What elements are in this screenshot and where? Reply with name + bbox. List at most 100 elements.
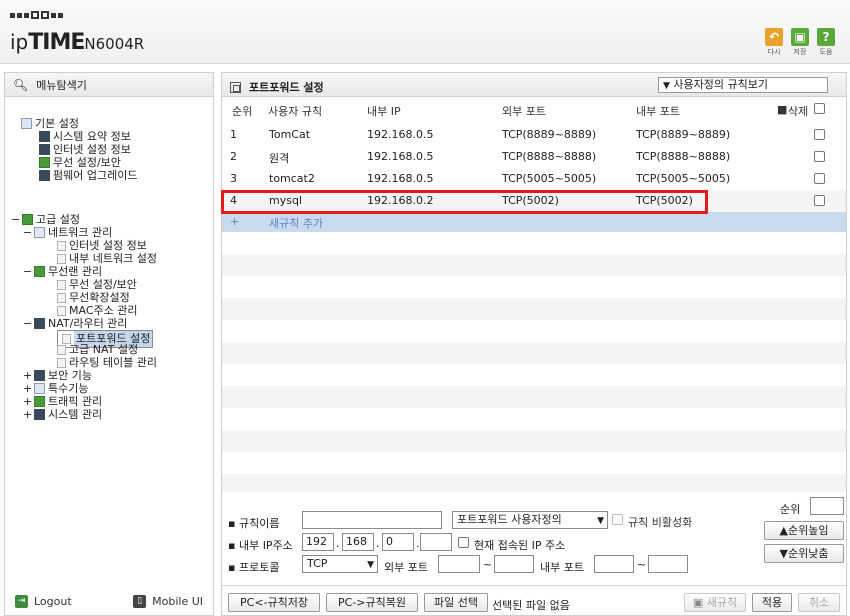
undo-icon: ↶ [765,28,783,46]
menu-system-management[interactable]: + 시스템 관리 [23,408,102,421]
chart-icon [39,131,50,142]
table-row[interactable]: 3 tomcat2 192.168.0.5 TCP(5005~5005) TCP… [222,168,846,190]
empty-row [222,342,846,364]
menu-internet-info[interactable]: 인터넷 설정 정보 [39,143,131,156]
header-bar: ipTIMEN6004R ↶ 다시 ▣ 저장 ? 도움 [0,0,850,64]
rank-up-button[interactable]: ▲순위높임 [764,521,844,540]
menu-internet-settings[interactable]: 인터넷 설정 정보 [57,239,147,252]
chevron-down-icon: ▼ [367,560,374,570]
document-icon [57,357,66,368]
internal-port-end[interactable] [648,555,688,573]
menu-wireless-security-adv[interactable]: 무선 설정/보안 [57,278,137,291]
apply-button[interactable]: 적용 [752,593,792,612]
network-icon [34,227,45,238]
lock-icon [34,370,45,381]
menu-explorer: 🔍︎ 메뉴탐색기 기본 설정 시스템 요약 정보 인터넷 설정 정보 무선 설정… [4,72,214,616]
router-icon [34,318,45,329]
ip-octet-3[interactable]: 0 [382,533,414,551]
delete-all-checkbox[interactable] [814,103,825,114]
page-title: 포트포워드 설정 [249,81,324,94]
menu-explorer-header: 🔍︎ 메뉴탐색기 [5,73,213,97]
menu-mac-management[interactable]: MAC주소 관리 [57,304,137,317]
menu-nat-router[interactable]: − NAT/라우터 관리 [23,317,127,330]
rank-down-button[interactable]: ▼순위낮춤 [764,544,844,563]
expand-icon: + [23,382,33,395]
expand-icon: + [23,395,33,408]
menu-system-summary[interactable]: 시스템 요약 정보 [39,130,131,143]
delete-checkbox[interactable] [814,173,825,184]
panel-header: 포트포워드 설정 ▼ 사용자정의 규칙보기 [222,73,846,97]
delete-checkbox[interactable] [814,195,825,206]
empty-row [222,430,846,452]
chart-icon [34,409,45,420]
help-button[interactable]: ? 도움 [816,28,836,57]
special-icon [34,383,45,394]
ip-octet-1[interactable]: 192 [302,533,334,551]
delete-checkbox[interactable] [814,151,825,162]
menu-basic-settings[interactable]: 기본 설정 [21,117,79,130]
pc-restore-button[interactable]: PC->규칙복원 [326,593,418,612]
logout-button[interactable]: ⇥ Logout [15,594,72,608]
view-select[interactable]: ▼ 사용자정의 규칙보기 [658,77,828,93]
protocol-label: ▪ 프로토콜 [228,561,280,574]
current-ip-checkbox[interactable] [458,537,469,548]
external-port-start[interactable] [438,555,480,573]
internal-port-start[interactable] [594,555,634,573]
document-icon [57,279,66,290]
external-port-end[interactable] [494,555,534,573]
menu-firmware-upgrade[interactable]: 펌웨어 업그레이드 [39,169,137,182]
disable-rule-checkbox[interactable] [612,514,623,525]
menu-internal-network[interactable]: 내부 네트워크 설정 [57,252,157,265]
add-rule-row[interactable]: + 새규칙 추가 [222,212,846,232]
menu-wireless-management[interactable]: − 무선랜 관리 [23,265,102,278]
menu-traffic[interactable]: + 트래픽 관리 [23,395,102,408]
menu-advanced-settings[interactable]: − 고급 설정 [11,213,80,226]
mobile-ui-button[interactable]: ▯ Mobile UI [133,594,203,608]
delete-checkbox[interactable] [814,129,825,140]
new-rule-button[interactable]: ▣ 새규칙 [684,593,746,612]
template-select[interactable]: 포트포워드 사용자정의 ▼ [452,511,608,529]
window-icon [230,81,241,93]
empty-row [222,298,846,320]
rule-name-input[interactable] [302,511,442,529]
brand-logo: ipTIMEN6004R [10,30,145,55]
undo-button[interactable]: ↶ 다시 [764,28,784,57]
menu-special[interactable]: + 특수기능 [23,382,88,395]
magnifier-icon: 🔍︎ [13,77,29,92]
menu-advanced-nat[interactable]: 고급 NAT 설정 [57,343,138,356]
table-row[interactable]: 2 원격 192.168.0.5 TCP(8888~8888) TCP(8888… [222,146,846,168]
menu-wireless-security[interactable]: 무선 설정/보안 [39,156,121,169]
logout-icon: ⇥ [15,594,28,608]
monitor-icon [39,144,50,155]
menu-network-management[interactable]: − 네트워크 관리 [23,226,112,239]
brand-dots-icon [10,10,63,22]
pc-save-button[interactable]: PC<-규칙저장 [228,593,320,612]
menu-wireless-extend[interactable]: 무선확장설정 [57,291,130,304]
expand-icon: + [23,408,33,421]
divider [222,585,846,586]
port-forward-panel: 포트포워드 설정 ▼ 사용자정의 규칙보기 순위 사용자 규칙 내부 IP 외부… [221,72,847,616]
mobile-icon: ▯ [133,594,147,608]
traffic-icon [34,396,45,407]
menu-security[interactable]: + 보안 기능 [23,369,92,382]
wireless-icon [34,266,45,277]
ip-octet-4[interactable] [420,533,452,551]
file-status: 선택된 파일 없음 [492,599,570,612]
table-row[interactable]: 1 TomCat 192.168.0.5 TCP(8889~8889) TCP(… [222,124,846,146]
delete-all-icon: ■ [777,103,788,116]
ip-octet-2[interactable]: 168 [342,533,374,551]
menu-routing-table[interactable]: 라우팅 테이블 관리 [57,356,157,369]
collapse-icon: − [23,317,33,330]
protocol-select[interactable]: TCP ▼ [302,555,378,573]
document-icon [57,305,66,316]
rank-input[interactable] [810,497,844,515]
save-icon: ▣ [791,28,809,46]
highlight-box [221,190,708,214]
table-header: 순위 사용자 규칙 내부 IP 외부 포트 내부 포트 ■ 삭제 [222,103,846,119]
file-select-button[interactable]: 파일 선택 [424,593,488,612]
cancel-button[interactable]: 취소 [798,593,840,612]
save-button[interactable]: ▣ 저장 [790,28,810,57]
plus-box-icon: ▣ [692,596,704,609]
document-icon [57,292,66,303]
chevron-down-icon: ▼ [663,81,670,91]
